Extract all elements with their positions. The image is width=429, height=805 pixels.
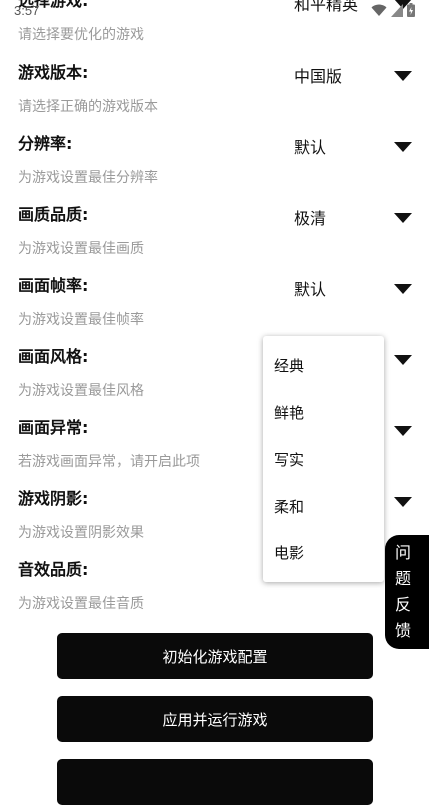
setting-desc: 若游戏画面异常，请开启此项 [18,454,200,470]
setting-desc: 为游戏设置最佳画质 [18,241,144,257]
feedback-char: 问 [395,543,412,562]
setting-desc: 为游戏设置阴影效果 [18,525,144,541]
setting-value[interactable]: 和平精英 [294,0,358,16]
feedback-button[interactable]: 问 题 反 馈 [385,535,429,649]
extra-button[interactable] [57,759,373,805]
feedback-char: 题 [395,569,412,588]
setting-value[interactable]: 中国版 [294,66,342,88]
init-config-button[interactable]: 初始化游戏配置 [57,633,373,679]
setting-desc: 请选择要优化的游戏 [18,27,144,43]
setting-desc: 为游戏设置最佳音质 [18,596,144,612]
setting-desc: 为游戏设置最佳帧率 [18,312,144,328]
setting-value[interactable]: 默认 [294,137,326,159]
triangle-down-icon[interactable] [394,355,412,365]
dropdown-option-soft[interactable]: 柔和 [274,496,304,518]
status-icons [371,3,415,17]
setting-label: 分辨率: [18,134,73,153]
setting-desc: 为游戏设置最佳分辨率 [18,170,158,186]
setting-label: 画面风格: [18,347,89,366]
triangle-down-icon[interactable] [394,497,412,507]
feedback-char: 反 [395,595,412,614]
setting-label: 音效品质: [18,560,89,579]
setting-desc: 请选择正确的游戏版本 [18,99,158,115]
dropdown-option-realistic[interactable]: 写实 [274,449,304,471]
setting-row-version: 游戏版本: 请选择正确的游戏版本 中国版 [0,62,429,133]
setting-label: 画面帧率: [18,276,89,295]
setting-row-resolution: 分辨率: 为游戏设置最佳分辨率 默认 [0,133,429,204]
setting-label: 画质品质: [18,205,89,224]
dropdown-option-movie[interactable]: 电影 [274,542,304,564]
wifi-icon [371,4,387,17]
triangle-down-icon[interactable] [394,142,412,152]
setting-value[interactable]: 极清 [294,208,326,230]
apply-run-button[interactable]: 应用并运行游戏 [57,696,373,742]
dropdown-option-classic[interactable]: 经典 [274,355,304,377]
setting-label: 画面异常: [18,418,89,437]
setting-row-game: 选择游戏: 请选择要优化的游戏 和平精英 [0,0,429,61]
setting-label: 游戏阴影: [18,489,89,508]
dropdown-option-vivid[interactable]: 鲜艳 [274,402,304,424]
triangle-down-icon[interactable] [394,426,412,436]
feedback-char: 馈 [395,621,412,640]
status-time: 3:57 [14,3,40,18]
signal-icon [391,3,403,17]
triangle-down-icon[interactable] [394,284,412,294]
setting-desc: 为游戏设置最佳风格 [18,383,144,399]
setting-value[interactable]: 默认 [294,279,326,301]
triangle-down-icon[interactable] [394,213,412,223]
triangle-down-icon[interactable] [394,71,412,81]
setting-label: 游戏版本: [18,63,89,82]
style-dropdown-menu: 经典 鲜艳 写实 柔和 电影 [263,336,384,582]
battery-charging-icon [407,3,415,17]
setting-row-quality: 画质品质: 为游戏设置最佳画质 极清 [0,204,429,275]
